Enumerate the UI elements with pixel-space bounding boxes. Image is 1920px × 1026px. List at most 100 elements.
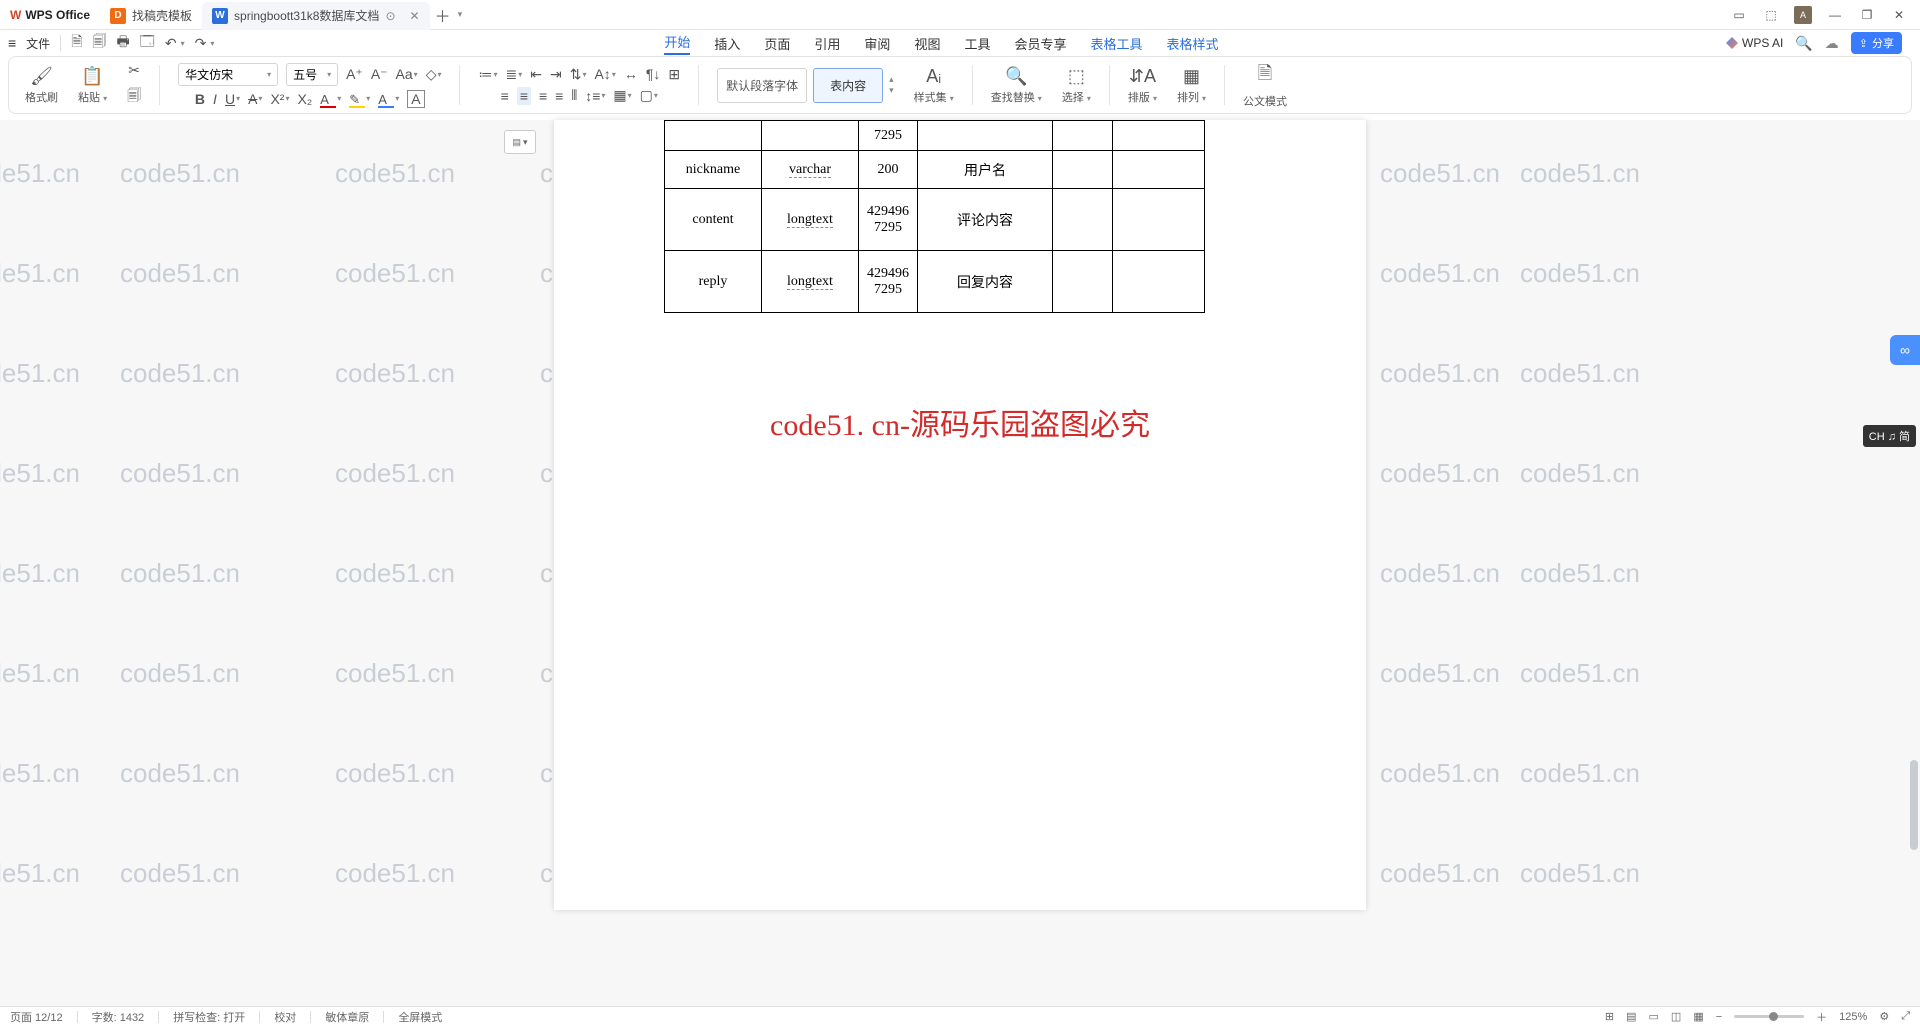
- show-marks-icon[interactable]: ⊞: [668, 66, 680, 83]
- table-cell[interactable]: content: [665, 189, 762, 251]
- menu-table-style[interactable]: 表格样式: [1167, 34, 1219, 53]
- table-cell[interactable]: varchar: [762, 151, 859, 189]
- menu-reference[interactable]: 引用: [814, 34, 840, 53]
- share-button[interactable]: ⇪ 分享: [1851, 32, 1902, 54]
- expand-icon[interactable]: ⤢: [1901, 1010, 1910, 1023]
- table-cell[interactable]: [1113, 251, 1205, 313]
- tab-document-active[interactable]: W springboott31k8数据库文档 ⊙ ✕: [202, 2, 430, 30]
- font-color-icon[interactable]: A▾: [320, 91, 341, 107]
- underline-icon[interactable]: U▾: [225, 91, 240, 107]
- clear-format-icon[interactable]: ◇▾: [426, 66, 442, 83]
- menu-insert[interactable]: 插入: [714, 34, 740, 53]
- table-cell[interactable]: 评论内容: [918, 189, 1053, 251]
- wps-ai-button[interactable]: WPS AI: [1726, 36, 1783, 50]
- snap-icon[interactable]: ↔: [624, 66, 638, 82]
- bold-icon[interactable]: B: [195, 91, 205, 107]
- status-words[interactable]: 字数: 1432: [92, 1009, 145, 1025]
- arrange-v-group[interactable]: ⇵A 排版 ▾: [1122, 66, 1163, 105]
- format-brush-group[interactable]: 🖌 格式刷: [19, 66, 64, 105]
- table-cell[interactable]: nickname: [665, 151, 762, 189]
- style-table-content[interactable]: 表内容: [813, 68, 883, 103]
- tabs-icon[interactable]: ¶↓: [646, 66, 661, 82]
- data-table[interactable]: 7295 nickname varchar 200 用户名 content lo…: [664, 120, 1205, 313]
- find-replace-group[interactable]: 🔍 查找替换 ▾: [985, 66, 1048, 105]
- shading-icon[interactable]: ▦▾: [613, 87, 631, 104]
- table-cell[interactable]: [1113, 121, 1205, 151]
- minimize-icon[interactable]: —: [1826, 6, 1844, 24]
- menu-tools[interactable]: 工具: [964, 34, 990, 53]
- print-icon[interactable]: 🖶: [116, 31, 129, 55]
- table-cell[interactable]: 200: [859, 151, 918, 189]
- font-color2-icon[interactable]: A▾: [378, 91, 399, 107]
- view-mode2-icon[interactable]: ▤: [1626, 1010, 1636, 1023]
- table-cell[interactable]: [1053, 151, 1113, 189]
- zoom-handle[interactable]: [1769, 1012, 1778, 1021]
- font-name-select[interactable]: 华文仿宋▾: [178, 63, 278, 86]
- avatar[interactable]: A: [1794, 6, 1812, 24]
- view-mode4-icon[interactable]: ◫: [1671, 1010, 1681, 1023]
- close-icon[interactable]: ✕: [1890, 6, 1908, 24]
- red-heading[interactable]: code51. cn-源码乐园盗图必究: [554, 400, 1366, 444]
- undo-icon[interactable]: ↶: [165, 35, 177, 52]
- settings-caret-icon[interactable]: ⚙: [1879, 1010, 1889, 1023]
- char-border-icon[interactable]: A: [407, 90, 424, 108]
- numbering-icon[interactable]: ≣▾: [506, 66, 523, 83]
- table-cell[interactable]: [762, 121, 859, 151]
- distribute-icon[interactable]: ⫴: [571, 87, 577, 104]
- table-cell[interactable]: [1053, 251, 1113, 313]
- align-left-icon[interactable]: ≡: [501, 88, 509, 104]
- table-cell[interactable]: [1113, 189, 1205, 251]
- copy-icon[interactable]: 🗐: [127, 85, 141, 109]
- file-menu[interactable]: 文件: [26, 35, 50, 52]
- table-cell[interactable]: 用户名: [918, 151, 1053, 189]
- align-center-icon[interactable]: ≡: [517, 87, 531, 105]
- view-mode5-icon[interactable]: ▦: [1693, 1010, 1703, 1023]
- highlight-icon[interactable]: ✎▾: [349, 91, 370, 107]
- table-cell[interactable]: [918, 121, 1053, 151]
- save-icon[interactable]: 🗎: [71, 31, 82, 55]
- paste-group[interactable]: 📋 粘贴 ▾: [72, 66, 113, 105]
- align-right-icon[interactable]: ≡: [539, 88, 547, 104]
- status-spellcheck[interactable]: 拼写检查: 打开: [173, 1009, 245, 1025]
- zoom-out-icon[interactable]: −: [1716, 1011, 1722, 1023]
- bullets-icon[interactable]: ≔▾: [478, 66, 497, 83]
- styles-set-group[interactable]: Aᵢ 样式集 ▾: [908, 66, 960, 105]
- table-handle[interactable]: ▤ ▾: [504, 130, 536, 154]
- zoom-in-icon[interactable]: ＋: [1816, 1009, 1827, 1025]
- table-cell[interactable]: [1053, 189, 1113, 251]
- view-mode1-icon[interactable]: ⊞: [1605, 1010, 1614, 1023]
- select-group[interactable]: ⬚ 选择 ▾: [1056, 66, 1097, 105]
- borders-icon[interactable]: ▢▾: [640, 87, 658, 104]
- superscript-icon[interactable]: X²▾: [270, 91, 289, 107]
- align-justify-icon[interactable]: ≡: [555, 88, 563, 104]
- redo-icon[interactable]: ↷: [195, 35, 207, 52]
- menu-table-tools[interactable]: 表格工具: [1090, 34, 1142, 53]
- undo-caret-icon[interactable]: ▾: [181, 39, 185, 48]
- table-cell[interactable]: 回复内容: [918, 251, 1053, 313]
- status-read[interactable]: 全屏模式: [398, 1009, 442, 1025]
- box-icon[interactable]: ⬚: [1762, 6, 1780, 24]
- table-cell[interactable]: 7295: [859, 121, 918, 151]
- pip-icon[interactable]: ▭: [1730, 6, 1748, 24]
- cut-icon[interactable]: ✂: [128, 62, 140, 79]
- outdent-icon[interactable]: ⇤: [530, 66, 542, 83]
- tab-pin-icon[interactable]: ⊙: [385, 9, 395, 23]
- table-cell[interactable]: [1053, 121, 1113, 151]
- tab-add-button[interactable]: ＋: [430, 2, 456, 28]
- menu-member[interactable]: 会员专享: [1014, 34, 1066, 53]
- maximize-icon[interactable]: ❐: [1858, 6, 1876, 24]
- status-aware[interactable]: 敏体章原: [325, 1009, 369, 1025]
- increase-font-icon[interactable]: A⁺: [346, 66, 363, 83]
- menu-start[interactable]: 开始: [664, 32, 690, 55]
- document-page[interactable]: ▤ ▾ 7295 nickname varchar 200 用户名 conten…: [554, 120, 1366, 910]
- redo-caret-icon[interactable]: ▾: [210, 39, 214, 48]
- vertical-scrollbar[interactable]: [1908, 240, 1920, 992]
- zoom-slider[interactable]: [1734, 1015, 1804, 1018]
- table-cell[interactable]: longtext: [762, 251, 859, 313]
- decrease-font-icon[interactable]: A⁻: [371, 66, 388, 83]
- font-size-select[interactable]: 五号▾: [286, 63, 338, 86]
- line-spacing-icon[interactable]: ↕≡▾: [585, 88, 605, 104]
- view-mode3-icon[interactable]: ▭: [1649, 1010, 1659, 1023]
- status-proof[interactable]: 校对: [274, 1009, 296, 1025]
- table-cell[interactable]: 4294967295: [859, 189, 918, 251]
